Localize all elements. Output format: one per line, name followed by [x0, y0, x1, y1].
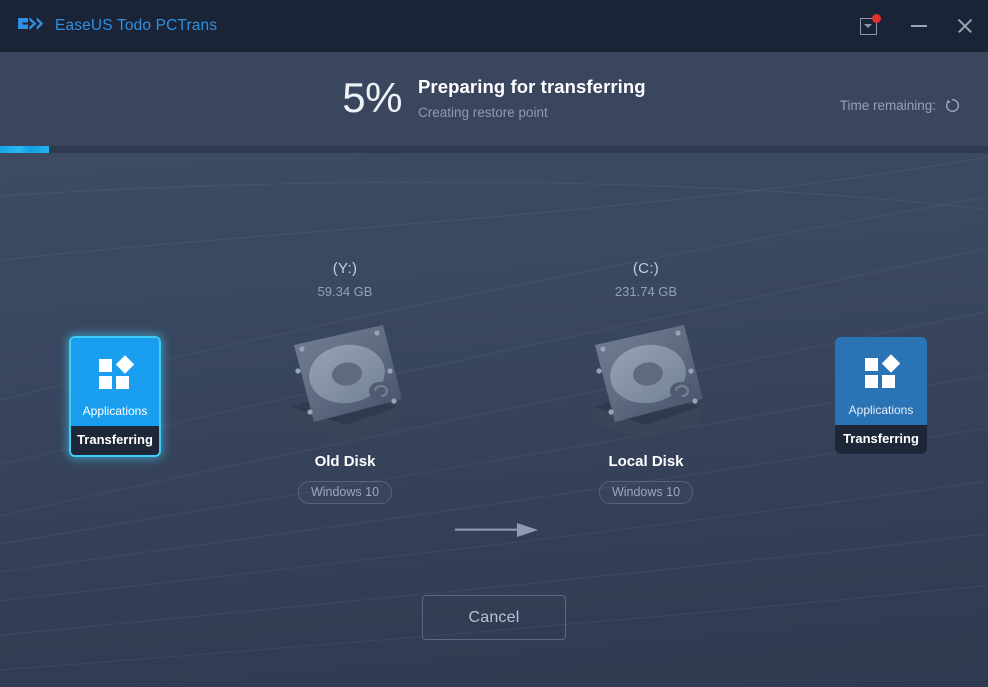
hard-disk-icon: [526, 311, 766, 441]
hard-disk-icon: [225, 311, 465, 441]
target-disk-name: Local Disk: [526, 453, 766, 470]
notification-dropdown-icon: [860, 18, 877, 35]
target-drive-capacity: 231.74 GB: [526, 284, 766, 299]
source-badge-status: Transferring: [71, 426, 159, 455]
target-disk: (C:) 231.74 GB: [526, 153, 766, 504]
footer-actions: Cancel: [0, 595, 988, 640]
time-remaining: Time remaining:: [840, 98, 960, 113]
progress-percent: 5%: [342, 72, 402, 124]
close-icon: [956, 17, 974, 35]
refresh-spinner-icon: [936, 98, 960, 113]
target-drive-letter: (C:): [526, 260, 766, 277]
applications-tiles-icon: [71, 355, 159, 393]
progress-header: 5% Preparing for transferring Creating r…: [0, 52, 988, 146]
time-remaining-label: Time remaining:: [840, 98, 936, 113]
applications-tiles-icon: [835, 354, 927, 392]
notification-badge-dot: [872, 14, 881, 23]
minimize-icon: [911, 25, 927, 27]
app-brand: EaseUS Todo PCTrans: [0, 15, 217, 37]
app-title: EaseUS Todo PCTrans: [55, 17, 217, 35]
notification-button[interactable]: [840, 0, 896, 52]
minimize-button[interactable]: [896, 0, 942, 52]
target-badge-label: Applications: [835, 403, 927, 417]
source-badge-label: Applications: [71, 404, 159, 418]
main-content: Applications Transferring Applicat: [0, 153, 988, 687]
title-bar: EaseUS Todo PCTrans: [0, 0, 988, 52]
progress-status-subtitle: Creating restore point: [418, 105, 646, 120]
target-applications-badge[interactable]: Applications Transferring: [835, 337, 927, 454]
window-controls: [840, 0, 988, 52]
source-disk: (Y:) 59.34 GB: [225, 153, 465, 504]
easeus-arrow-logo-icon: [17, 15, 43, 37]
pctrans-window: EaseUS Todo PCTrans 5% Preparing fo: [0, 0, 988, 687]
progress-bar-fill: [0, 146, 49, 153]
source-drive-letter: (Y:): [225, 260, 465, 277]
source-disk-os: Windows 10: [298, 481, 392, 504]
progress-status-title: Preparing for transferring: [418, 76, 646, 98]
close-button[interactable]: [942, 0, 988, 52]
progress-bar-track: [0, 146, 988, 153]
transfer-stage: Applications Transferring Applicat: [0, 153, 988, 553]
cancel-button[interactable]: Cancel: [422, 595, 566, 640]
target-disk-os: Windows 10: [599, 481, 693, 504]
source-disk-name: Old Disk: [225, 453, 465, 470]
source-applications-badge[interactable]: Applications Transferring: [69, 336, 161, 457]
source-drive-capacity: 59.34 GB: [225, 284, 465, 299]
target-badge-status: Transferring: [835, 425, 927, 454]
